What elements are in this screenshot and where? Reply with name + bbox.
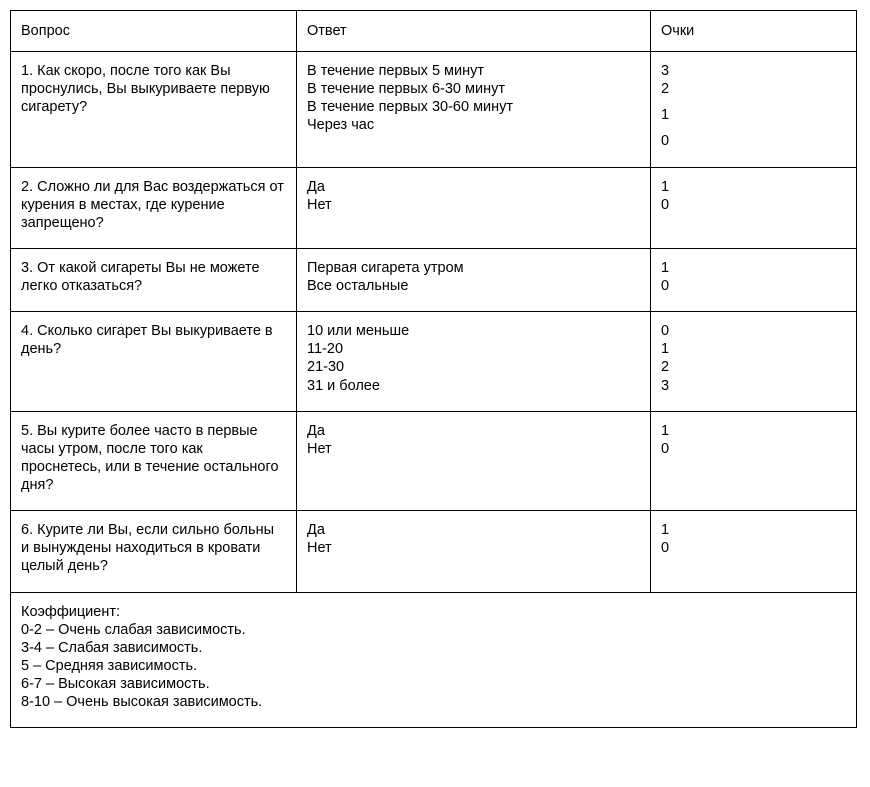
answer-option: Да bbox=[307, 521, 640, 539]
header-answer: Ответ bbox=[297, 11, 651, 52]
points-value: 0 bbox=[661, 132, 846, 150]
coefficient-line: 0-2 – Очень слабая зависимость. bbox=[21, 621, 846, 639]
points-value: 0 bbox=[661, 322, 846, 340]
points-value: 0 bbox=[661, 277, 846, 295]
points-value: 1 bbox=[661, 422, 846, 440]
coefficient-cell: Коэффициент: 0-2 – Очень слабая зависимо… bbox=[11, 592, 857, 728]
question-cell: 6. Курите ли Вы, если сильно больны и вы… bbox=[11, 511, 297, 592]
coefficient-line: 8-10 – Очень высокая зависимость. bbox=[21, 693, 846, 711]
answer-option: 11-20 bbox=[307, 340, 640, 358]
answer-option: Нет bbox=[307, 196, 640, 214]
answer-option: В течение первых 6-30 минут bbox=[307, 80, 640, 98]
points-value: 1 bbox=[661, 178, 846, 196]
points-value bbox=[661, 124, 846, 132]
coefficient-line: 5 – Средняя зависимость. bbox=[21, 657, 846, 675]
answer-option: Нет bbox=[307, 440, 640, 458]
points-cell: 10 bbox=[651, 511, 857, 592]
points-value: 0 bbox=[661, 440, 846, 458]
coefficient-line: 3-4 – Слабая зависимость. bbox=[21, 639, 846, 657]
table-row: 6. Курите ли Вы, если сильно больны и вы… bbox=[11, 511, 857, 592]
answer-cell: 10 или меньше11-2021-3031 и более bbox=[297, 312, 651, 412]
points-value: 2 bbox=[661, 80, 846, 98]
question-cell: 3. От какой сигареты Вы не можете легко … bbox=[11, 248, 297, 311]
answer-option: Да bbox=[307, 422, 640, 440]
coefficient-title: Коэффициент: bbox=[21, 603, 846, 621]
answer-cell: ДаНет bbox=[297, 167, 651, 248]
points-value: 1 bbox=[661, 259, 846, 277]
answer-option: 21-30 bbox=[307, 358, 640, 376]
header-question: Вопрос bbox=[11, 11, 297, 52]
coefficient-row: Коэффициент: 0-2 – Очень слабая зависимо… bbox=[11, 592, 857, 728]
answer-cell: ДаНет bbox=[297, 511, 651, 592]
points-cell: 10 bbox=[651, 167, 857, 248]
question-cell: 1. Как скоро, после того как Вы проснули… bbox=[11, 52, 297, 168]
points-value: 0 bbox=[661, 539, 846, 557]
table-row: 5. Вы курите более часто в первые часы у… bbox=[11, 411, 857, 511]
answer-option: Первая сигарета утром bbox=[307, 259, 640, 277]
points-value bbox=[661, 98, 846, 106]
points-cell: 32 1 0 bbox=[651, 52, 857, 168]
question-cell: 2. Сложно ли для Вас воздержаться от кур… bbox=[11, 167, 297, 248]
table-row: 2. Сложно ли для Вас воздержаться от кур… bbox=[11, 167, 857, 248]
header-points: Очки bbox=[651, 11, 857, 52]
points-value: 1 bbox=[661, 340, 846, 358]
answer-option: В течение первых 5 минут bbox=[307, 62, 640, 80]
points-cell: 10 bbox=[651, 411, 857, 511]
points-cell: 10 bbox=[651, 248, 857, 311]
answer-cell: В течение первых 5 минутВ течение первых… bbox=[297, 52, 651, 168]
table-header-row: Вопрос Ответ Очки bbox=[11, 11, 857, 52]
points-value: 3 bbox=[661, 377, 846, 395]
points-value: 1 bbox=[661, 521, 846, 539]
fagerstrom-table: Вопрос Ответ Очки 1. Как скоро, после то… bbox=[10, 10, 857, 728]
answer-option: Все остальные bbox=[307, 277, 640, 295]
points-value: 0 bbox=[661, 196, 846, 214]
answer-cell: Первая сигарета утромВсе остальные bbox=[297, 248, 651, 311]
table-row: 4. Сколько сигарет Вы выкуриваете в день… bbox=[11, 312, 857, 412]
table-row: 3. От какой сигареты Вы не можете легко … bbox=[11, 248, 857, 311]
question-cell: 5. Вы курите более часто в первые часы у… bbox=[11, 411, 297, 511]
points-value: 3 bbox=[661, 62, 846, 80]
answer-option: Нет bbox=[307, 539, 640, 557]
answer-cell: ДаНет bbox=[297, 411, 651, 511]
answer-option: Да bbox=[307, 178, 640, 196]
table-row: 1. Как скоро, после того как Вы проснули… bbox=[11, 52, 857, 168]
question-cell: 4. Сколько сигарет Вы выкуриваете в день… bbox=[11, 312, 297, 412]
answer-option: 10 или меньше bbox=[307, 322, 640, 340]
answer-option: Через час bbox=[307, 116, 640, 134]
points-cell: 0123 bbox=[651, 312, 857, 412]
coefficient-line: 6-7 – Высокая зависимость. bbox=[21, 675, 846, 693]
answer-option: В течение первых 30-60 минут bbox=[307, 98, 640, 116]
answer-option: 31 и более bbox=[307, 377, 640, 395]
points-value: 1 bbox=[661, 106, 846, 124]
points-value: 2 bbox=[661, 358, 846, 376]
